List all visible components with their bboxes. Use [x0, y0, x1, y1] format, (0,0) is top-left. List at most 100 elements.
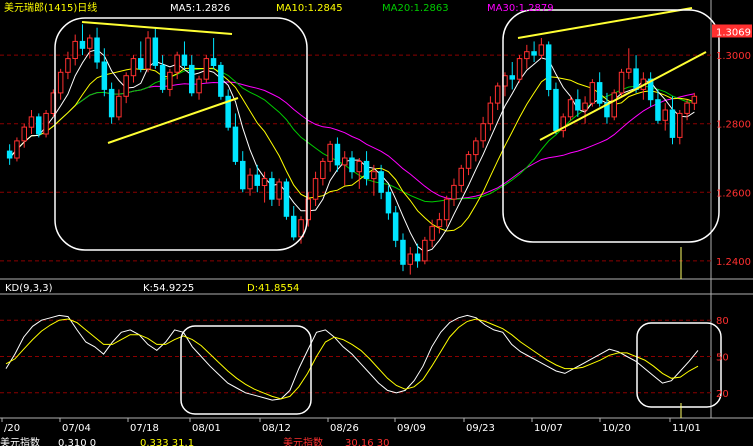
candle-body-up	[28, 116, 35, 128]
candle-body-up	[494, 85, 501, 104]
candle-body-up	[626, 68, 632, 73]
candle	[618, 68, 625, 97]
candle-body-up	[480, 123, 486, 142]
candle	[553, 82, 559, 134]
candle-body-up	[443, 198, 450, 221]
candle-body-down	[108, 88, 115, 118]
bottom-mid-value: 0.333 31.1	[140, 438, 194, 446]
ma10-legend: MA10:1.2845	[276, 3, 343, 14]
candle	[611, 89, 617, 121]
candle-body-down	[385, 191, 392, 214]
date-tick-label: /20	[4, 423, 20, 434]
candle-body-up	[436, 219, 443, 228]
candle-body-up	[458, 167, 464, 186]
candle	[589, 79, 596, 107]
candle-body-up	[261, 178, 268, 187]
candle-body-down	[363, 160, 370, 179]
candle-body-up	[247, 174, 253, 190]
candle-body-up	[116, 95, 122, 118]
candle-body-up	[327, 143, 333, 162]
candle-body-up	[342, 157, 348, 166]
date-tick-label: 10/07	[534, 423, 563, 434]
candle-body-down	[334, 143, 341, 166]
date-tick-label: 08/01	[192, 423, 221, 434]
date-tick-label: 09/23	[466, 423, 495, 434]
chart-background	[0, 0, 753, 446]
candle-body-down	[240, 160, 246, 190]
candle-body-up	[130, 58, 137, 77]
candle-body-up	[21, 126, 27, 142]
candle-body-up	[618, 71, 625, 94]
candle-body-down	[531, 51, 537, 56]
candle-body-up	[582, 102, 588, 111]
bottom-right-label: 美元指数	[283, 436, 323, 446]
candle-body-down	[138, 58, 144, 70]
candle-body-up	[516, 58, 523, 80]
candle-body-down	[79, 40, 86, 49]
candle-body-down	[94, 37, 100, 63]
candle-body-down	[6, 150, 13, 159]
candle-body-up	[174, 54, 180, 73]
date-tick-label: 08/12	[262, 423, 291, 434]
candle-body-down	[575, 99, 581, 111]
date-tick-label: 07/04	[62, 423, 91, 434]
bottom-right-value: 30.16 30	[345, 438, 390, 446]
candle	[283, 178, 290, 220]
candle-body-up	[312, 178, 319, 200]
candle-body-down	[633, 68, 639, 91]
candle-body-up	[611, 92, 617, 118]
price-tick-label: 1.3000	[716, 51, 751, 62]
ma20-legend: MA20:1.2863	[382, 3, 449, 14]
candle-body-up	[473, 140, 479, 156]
candle-body-down	[400, 239, 406, 265]
candle	[218, 62, 224, 100]
candle-body-up	[72, 40, 78, 60]
kd-title: KD(9,3,3)	[5, 283, 53, 294]
candle-body-up	[422, 239, 428, 262]
candle-body-down	[210, 58, 217, 66]
ma5-legend: MA5:1.2826	[170, 3, 230, 14]
candle-body-up	[57, 71, 64, 94]
candle-body-up	[145, 37, 151, 70]
candle-body-up	[87, 37, 93, 49]
candle-body-down	[553, 88, 559, 131]
candle-body-down	[392, 212, 399, 241]
candle-body-down	[545, 44, 552, 90]
last-price-label: 1.3069	[716, 27, 751, 38]
price-tick-label: 1.2400	[716, 257, 751, 268]
candle-body-down	[378, 171, 384, 193]
candle-body-down	[669, 109, 676, 138]
candle-body-down	[291, 215, 297, 238]
candle-body-up	[429, 226, 435, 241]
ma30-legend: MA30:1.2879	[487, 3, 554, 14]
candle-body-up	[65, 58, 71, 73]
date-tick-label: 08/26	[330, 423, 359, 434]
candle-body-up	[691, 95, 698, 104]
candle-body-down	[152, 37, 159, 66]
candle-body-up	[123, 75, 129, 97]
candle-body-up	[298, 219, 304, 238]
candle-body-up	[451, 184, 457, 200]
candle	[422, 236, 428, 265]
candle-body-down	[232, 126, 239, 162]
chart-title: 美元瑞郎(1415)日线	[4, 1, 97, 14]
candle	[567, 96, 574, 121]
candle	[545, 41, 552, 97]
candle-body-down	[269, 178, 275, 200]
candle-body-up	[465, 154, 472, 169]
candle-body-down	[189, 64, 195, 94]
candle-body-up	[276, 181, 282, 200]
candle-body-up	[589, 82, 596, 104]
candle	[14, 137, 20, 162]
candle-body-down	[509, 75, 515, 80]
candle-body-up	[662, 109, 668, 121]
candle-body-down	[655, 99, 661, 121]
kd-tick-label: 80	[716, 316, 729, 327]
candle-body-down	[101, 61, 108, 90]
price-tick-label: 1.2600	[716, 188, 751, 199]
candle-body-down	[36, 116, 42, 135]
candle-body-up	[487, 102, 494, 125]
bottom-left-label: 美元指数	[0, 436, 40, 446]
candle	[36, 113, 42, 138]
price-tick-label: 1.2800	[716, 120, 751, 131]
